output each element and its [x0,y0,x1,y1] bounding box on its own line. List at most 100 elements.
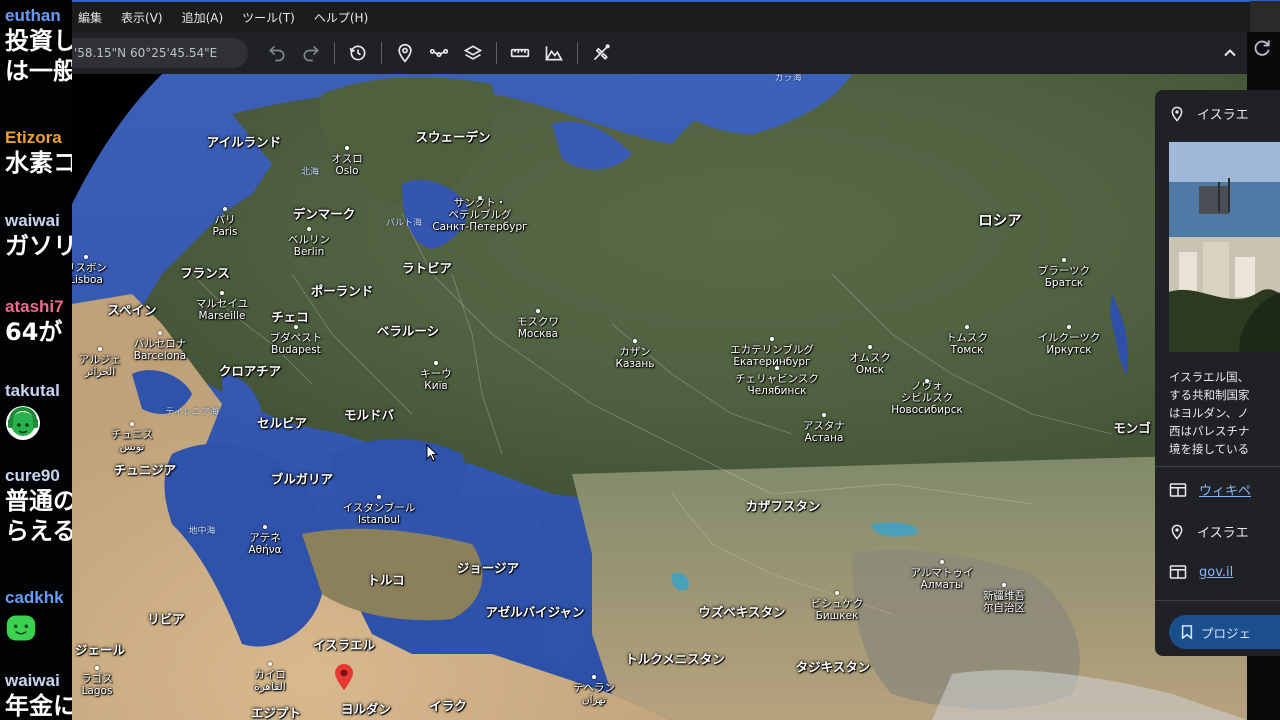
city-label[interactable]: テヘラン تهران [573,682,615,706]
city-label[interactable]: マルセイユ Marseille [196,298,248,322]
wiki-row[interactable]: ウィキペ [1169,480,1251,499]
undo-icon[interactable] [260,36,294,70]
sea-label[interactable]: バルト海 [386,216,422,229]
country-label[interactable]: ポーランド [311,281,374,300]
ruler-icon[interactable] [503,36,537,70]
city-label[interactable]: チュニス تونس [111,429,153,453]
country-label[interactable]: カザフスタン [745,496,820,515]
country-label[interactable]: イラク [429,696,467,715]
country-label[interactable]: スペイン [107,300,156,319]
menu-help[interactable]: ヘルプ(H) [308,9,381,26]
country-label[interactable]: ウズベキスタン [698,602,785,621]
city-label[interactable]: イルクーツク Иркутск [1038,332,1101,356]
toolbar: '58.15"N 60°25'45.54"E [72,32,1247,74]
city-label[interactable]: カザン Казань [616,346,655,370]
country-label[interactable]: ジョージア [457,558,519,577]
city-dot [835,591,839,595]
refresh-icon[interactable] [1252,38,1272,58]
add-to-project-button[interactable]: プロジェ [1169,615,1280,649]
place-photo[interactable] [1169,142,1280,352]
location-marker-icon[interactable] [335,664,353,690]
city-label[interactable]: ブラーツク Братск [1038,265,1090,289]
country-label[interactable]: ブルガリア [271,469,333,488]
country-label[interactable]: ロシア [978,210,1022,231]
city-label[interactable]: オムスク Омск [849,352,891,376]
mouse-cursor-icon [426,444,438,462]
city-label[interactable]: ベルリン Berlin [288,234,330,258]
city-label[interactable]: パリ Paris [213,214,238,238]
city-label[interactable]: トムスク Томск [946,332,988,356]
country-label[interactable]: モルドバ [344,405,394,424]
redo-icon[interactable] [294,36,328,70]
city-dot [770,337,774,341]
city-label[interactable]: イスタンブール Istanbul [343,502,416,526]
country-label[interactable]: ベラルーシ [377,321,439,340]
sea-label[interactable]: 北海 [301,165,319,178]
country-label[interactable]: ヨルダン [341,699,391,718]
country-label[interactable]: スウェーデン [415,127,490,146]
country-label[interactable]: トルコ [367,570,404,589]
place-icon [1171,106,1183,122]
menu-add[interactable]: 追加(A) [176,9,237,26]
country-label[interactable]: ジェール [75,640,125,659]
city-label[interactable]: リスボン Lisboa [72,262,107,286]
place-icon [1171,524,1183,540]
sea-label[interactable]: 地中海 [188,524,215,537]
country-label[interactable]: リビア [147,609,185,628]
path-icon[interactable] [422,36,456,70]
city-label[interactable]: チェリャビンスク Челябинск [735,373,819,397]
city-dot [775,366,779,370]
history-icon[interactable] [341,36,375,70]
chat-text: らえる [5,517,72,545]
city-label[interactable]: アスタナ Астана [803,420,845,444]
wiki-link[interactable]: ウィキペ [1199,480,1251,499]
country-label[interactable]: クロアチア [219,361,281,380]
satellite-icon[interactable] [584,36,618,70]
city-label[interactable]: ラゴス Lagos [81,673,113,697]
city-label[interactable]: アルジェ الجزائر [79,354,121,378]
globe-imagery [72,74,1247,720]
city-label[interactable]: サンクト・ ペテルブルグ Санкт-Петербург [432,197,527,233]
country-label[interactable]: デンマーク [293,204,356,223]
sea-label[interactable]: ティレニア海 [165,405,218,418]
city-label[interactable]: エカテリンブルグ Екатеринбург [730,344,814,368]
elevation-icon[interactable] [537,36,571,70]
website-row[interactable]: gov.il [1169,564,1233,580]
country-label[interactable]: モンゴ [1113,418,1151,437]
layers-icon[interactable] [456,36,490,70]
city-label[interactable]: 新疆维吾 尔自治区 [983,590,1025,614]
city-label[interactable]: ノヴォ シビルスク Новосибирск [891,380,963,416]
chevron-up-icon[interactable] [1213,36,1247,70]
city-dot [940,560,944,564]
country-label[interactable]: チェコ [271,307,309,326]
toolbar-divider [381,42,382,64]
country-label[interactable]: ラトビア [402,258,452,277]
city-label[interactable]: カイロ القاهرة [254,669,286,693]
city-label[interactable]: キーウ Київ [420,368,452,392]
city-label[interactable]: モスクワ Москва [517,316,559,340]
country-label[interactable]: フランス [180,263,230,282]
menu-view[interactable]: 表示(V) [115,9,176,26]
city-label[interactable]: アテネ Αθήνα [248,532,281,556]
city-label[interactable]: オスロ Oslo [331,153,363,177]
country-label[interactable]: アイルランド [207,132,281,151]
city-label[interactable]: ブダペスト Budapest [270,332,323,356]
placemark-icon[interactable] [388,36,422,70]
city-label[interactable]: ビシュケク Бишкек [811,598,864,622]
country-label[interactable]: チュニジア [114,460,177,479]
menu-tools[interactable]: ツール(T) [236,9,308,26]
menu-edit[interactable]: 編集 [72,9,115,26]
country-label[interactable]: トルクメニスタン [625,649,725,668]
city-label[interactable]: バルセロナ Barcelona [134,338,187,362]
city-dot [345,146,349,150]
sea-label[interactable]: カラ海 [774,74,801,84]
country-label[interactable]: セルビア [257,413,307,432]
website-link[interactable]: gov.il [1199,565,1233,580]
country-label[interactable]: アゼルバイジャン [485,602,584,621]
globe-view[interactable]: アイルランド スウェーデンデンマークラトビア フランスポーランドスペイン チェコベラル… [72,74,1247,720]
city-label[interactable]: アルマトゥイ Алматы [911,567,974,591]
country-label[interactable]: タジキスタン [796,657,871,676]
country-label[interactable]: イスラエル [313,635,375,654]
coordinates-field[interactable]: '58.15"N 60°25'45.54"E [72,38,248,68]
country-label[interactable]: エジプト [251,703,301,720]
